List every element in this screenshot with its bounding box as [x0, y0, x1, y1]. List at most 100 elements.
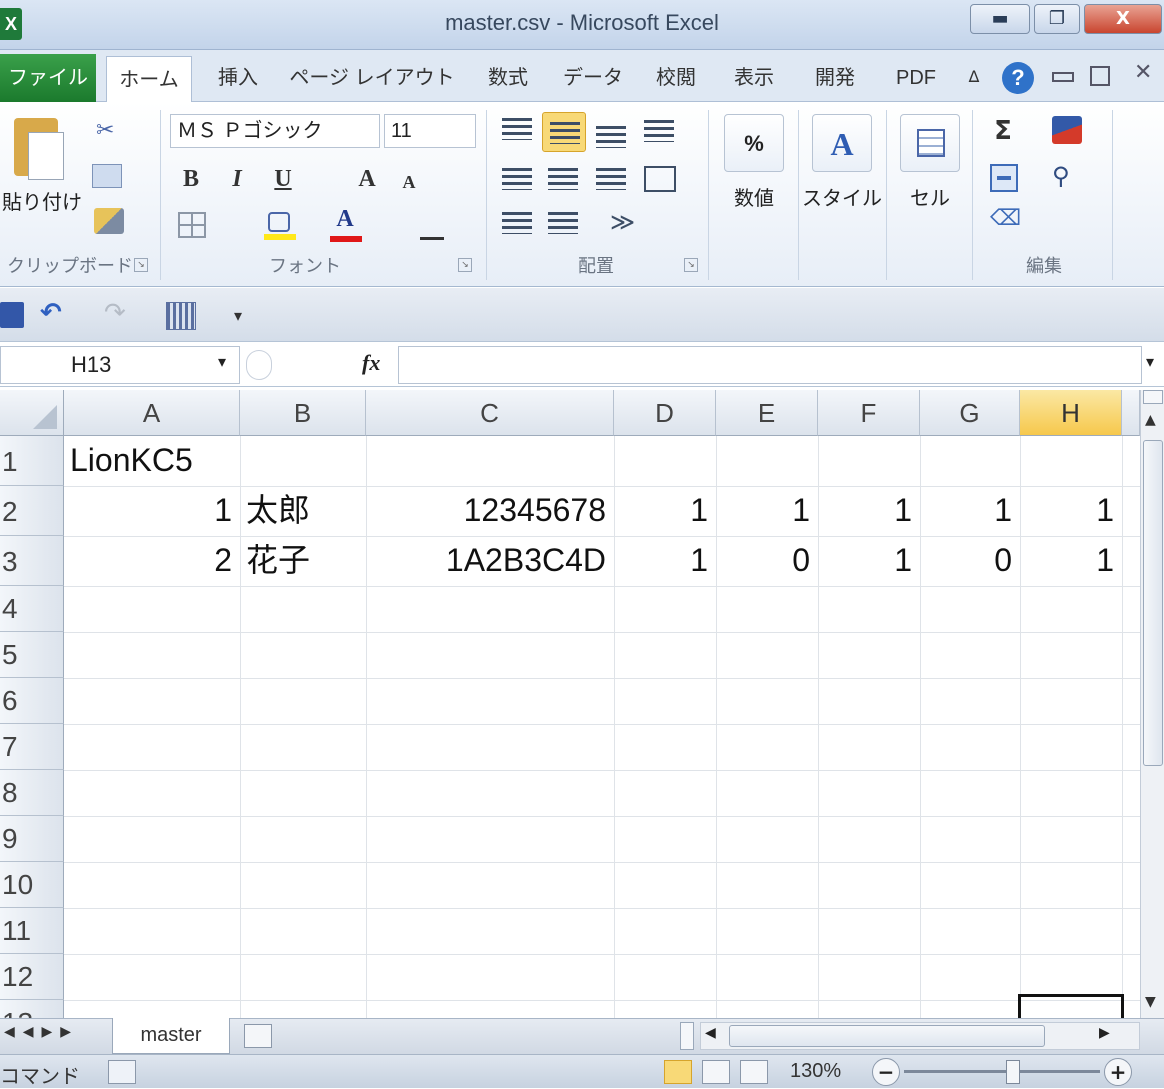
styles-label[interactable]: スタイル [800, 182, 884, 211]
customize-qat-icon[interactable]: ▾ [234, 306, 242, 325]
bold-button[interactable]: B [178, 166, 204, 193]
scroll-left-icon[interactable]: ◀ [705, 1025, 716, 1041]
name-box-dropdown-icon[interactable]: ▾ [218, 352, 226, 371]
number-label[interactable]: 数値 [710, 182, 798, 211]
row-header-5[interactable]: 5 [0, 632, 64, 678]
font-name-select[interactable]: ＭＳ Ｐゴシック [170, 114, 380, 148]
row-header-8[interactable]: 8 [0, 770, 64, 816]
fill-color-icon[interactable] [264, 210, 296, 240]
row-header-11[interactable]: 11 [0, 908, 64, 954]
paste-button-label[interactable]: 貼り付け [0, 186, 84, 215]
tab-developer[interactable]: 開発 [800, 58, 870, 98]
vertical-scrollbar[interactable]: ▲ ▼ [1140, 390, 1164, 1018]
column-header-b[interactable]: B [240, 390, 366, 436]
column-header-i[interactable] [1122, 390, 1140, 436]
align-right-icon[interactable] [596, 168, 626, 190]
font-color-button[interactable]: A [330, 206, 360, 233]
align-top-icon[interactable] [502, 118, 532, 140]
minimize-button[interactable]: ▬ [970, 4, 1030, 34]
scroll-right-icon[interactable]: ▶ [1099, 1025, 1110, 1041]
tab-formulas[interactable]: 数式 [476, 58, 540, 98]
undo-icon[interactable]: ↶ [40, 298, 62, 328]
row-header-13[interactable]: 13 [0, 1000, 64, 1018]
workbook-close-icon[interactable]: ✕ [1134, 60, 1164, 90]
styles-button[interactable]: A [812, 114, 872, 172]
row-header-9[interactable]: 9 [0, 816, 64, 862]
cut-icon[interactable]: ✂ [96, 118, 114, 143]
italic-button[interactable]: I [224, 166, 250, 193]
row-header-7[interactable]: 7 [0, 724, 64, 770]
phonetic-icon[interactable] [420, 210, 444, 240]
cell-g3[interactable]: 0 [920, 536, 1020, 582]
cell-d2[interactable]: 1 [614, 486, 716, 532]
horizontal-scroll-thumb[interactable] [729, 1025, 1045, 1047]
underline-button[interactable]: U [270, 166, 296, 193]
zoom-level[interactable]: 130% [790, 1060, 841, 1083]
decrease-indent-icon[interactable] [502, 212, 532, 234]
save-icon[interactable] [0, 302, 24, 328]
active-cell-h13[interactable] [1018, 994, 1124, 1018]
wrap-text-icon[interactable] [644, 120, 674, 142]
worksheet-grid[interactable]: A B C D E F G H 1 2 3 4 5 6 7 8 9 10 11 … [0, 390, 1140, 1018]
borders-icon[interactable] [178, 212, 206, 238]
fill-icon[interactable] [990, 164, 1018, 192]
redo-icon[interactable]: ↷ [104, 298, 126, 328]
clipboard-launcher-icon[interactable]: ↘ [134, 258, 148, 272]
column-header-g[interactable]: G [920, 390, 1020, 436]
increase-indent-icon[interactable] [548, 212, 578, 234]
ribbon-minimize-icon[interactable]: ᐃ [960, 58, 988, 98]
zoom-in-icon[interactable]: + [1104, 1058, 1132, 1086]
close-button[interactable]: X [1084, 4, 1162, 34]
tab-file[interactable]: ファイル [0, 54, 96, 102]
zoom-slider-track[interactable] [904, 1070, 1100, 1073]
workbook-restore-icon[interactable] [1090, 66, 1110, 86]
align-middle-button[interactable] [542, 112, 586, 152]
help-icon[interactable]: ? [1002, 62, 1034, 94]
sheet-nav-icons[interactable]: ◀◀▶▶ [4, 1024, 79, 1040]
cell-h3[interactable]: 1 [1020, 536, 1122, 582]
select-all-button[interactable] [0, 390, 64, 436]
orientation-icon[interactable]: ≫ [610, 208, 635, 236]
insert-function-button[interactable]: fx [362, 350, 380, 376]
autosum-button[interactable]: Σ [988, 116, 1018, 146]
row-header-6[interactable]: 6 [0, 678, 64, 724]
column-header-f[interactable]: F [818, 390, 920, 436]
zoom-slider-thumb[interactable] [1006, 1060, 1020, 1084]
sort-icon[interactable] [166, 302, 196, 330]
shrink-font-button[interactable]: A [398, 172, 420, 193]
normal-view-icon[interactable] [664, 1060, 692, 1084]
sheet-tab-master[interactable]: master [112, 1018, 230, 1054]
split-box-icon[interactable] [1143, 390, 1163, 404]
align-center-icon[interactable] [548, 168, 578, 190]
copy-icon[interactable] [92, 164, 122, 188]
column-header-c[interactable]: C [366, 390, 614, 436]
page-break-view-icon[interactable] [740, 1060, 768, 1084]
row-header-1[interactable]: 1 [0, 436, 64, 486]
clear-icon[interactable]: ⌫ [990, 206, 1021, 231]
column-header-h[interactable]: H [1020, 390, 1122, 436]
align-bottom-icon[interactable] [596, 126, 626, 148]
alignment-launcher-icon[interactable]: ↘ [684, 258, 698, 272]
column-header-e[interactable]: E [716, 390, 818, 436]
cell-h2[interactable]: 1 [1020, 486, 1122, 532]
scroll-up-icon[interactable]: ▲ [1145, 412, 1156, 428]
cell-e2[interactable]: 1 [716, 486, 818, 532]
cells-icon[interactable] [900, 114, 960, 172]
cell-b3[interactable]: 花子 [240, 536, 366, 582]
scroll-down-icon[interactable]: ▼ [1145, 994, 1156, 1010]
cell-e3[interactable]: 0 [716, 536, 818, 582]
horizontal-scrollbar[interactable]: ◀ ▶ [700, 1022, 1140, 1050]
cell-c3[interactable]: 1A2B3C4D [366, 536, 614, 582]
cell-b2[interactable]: 太郎 [240, 486, 366, 532]
formula-divider-handle[interactable] [246, 350, 272, 380]
macro-record-icon[interactable] [108, 1060, 136, 1084]
insert-sheet-icon[interactable] [244, 1024, 272, 1048]
workbook-minimize-icon[interactable] [1052, 72, 1074, 82]
formula-input[interactable] [398, 346, 1142, 384]
cell-f2[interactable]: 1 [818, 486, 920, 532]
row-header-12[interactable]: 12 [0, 954, 64, 1000]
tab-page-layout[interactable]: ページ レイアウト [282, 58, 462, 98]
restore-button[interactable]: ❐ [1034, 4, 1080, 34]
grow-font-button[interactable]: A [354, 166, 380, 193]
cells-label[interactable]: セル [888, 182, 972, 211]
